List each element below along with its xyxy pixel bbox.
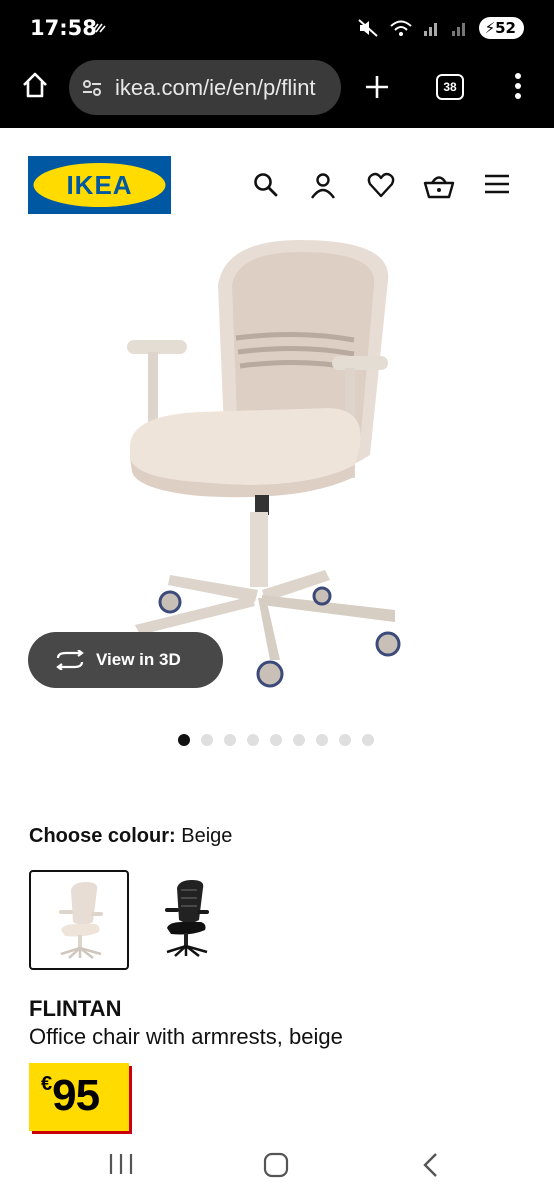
gallery-dot-6[interactable] <box>293 734 305 746</box>
signal-icon-2 <box>451 23 465 36</box>
recent-apps-icon[interactable] <box>108 1152 134 1176</box>
gallery-dot-8[interactable] <box>339 734 351 746</box>
black-chair-thumbnail <box>165 880 209 957</box>
rotate-3d-icon <box>56 650 84 670</box>
battery-indicator: ⚡52 <box>478 17 524 39</box>
heart-icon[interactable] <box>367 172 395 198</box>
signal-icon <box>423 23 437 36</box>
battery-bolt-icon: ⚡ <box>484 19 496 37</box>
mute-icon <box>357 19 378 37</box>
site-header: IKEA <box>0 128 554 238</box>
notification-icon <box>91 23 106 33</box>
view-in-3d-label: View in 3D <box>96 650 181 669</box>
status-bar: 17:58 ⚡52 <box>0 0 554 56</box>
view-in-3d-button[interactable]: View in 3D <box>28 632 223 688</box>
gallery-dot-4[interactable] <box>247 734 259 746</box>
ikea-logo-mark: IKEA <box>33 163 166 207</box>
colour-swatch-black[interactable] <box>137 870 237 970</box>
home-icon[interactable] <box>20 70 50 100</box>
status-time: 17:58 <box>30 16 97 40</box>
gallery-dot-9[interactable] <box>362 734 374 746</box>
account-icon[interactable] <box>310 172 336 200</box>
menu-icon[interactable] <box>484 172 510 196</box>
status-icons: ⚡52 <box>357 17 524 39</box>
site-settings-icon[interactable] <box>81 77 103 99</box>
price-currency: € <box>41 1073 53 1095</box>
colour-swatch-beige[interactable] <box>29 870 129 970</box>
gallery-dot-5[interactable] <box>270 734 282 746</box>
svg-text:IKEA: IKEA <box>66 170 132 200</box>
tab-count: 38 <box>443 80 457 94</box>
home-nav-icon[interactable] <box>263 1152 289 1178</box>
basket-icon[interactable] <box>423 172 455 200</box>
system-navigation-bar <box>0 1140 554 1200</box>
gallery-pagination <box>178 734 374 746</box>
gallery-dot-2[interactable] <box>201 734 213 746</box>
browser-toolbar: ikea.com/ie/en/p/flint 38 <box>0 56 554 128</box>
more-options-icon[interactable] <box>512 72 524 100</box>
url-text: ikea.com/ie/en/p/flint <box>115 74 316 100</box>
choose-colour-label: Choose colour: <box>29 825 176 847</box>
product-name: FLINTAN <box>29 996 122 1021</box>
back-icon[interactable] <box>420 1152 442 1178</box>
battery-level: 52 <box>495 19 516 37</box>
address-bar[interactable]: ikea.com/ie/en/p/flint <box>69 60 341 115</box>
gallery-dot-1[interactable] <box>178 734 190 746</box>
gallery-dot-3[interactable] <box>224 734 236 746</box>
price-tag: € 95 <box>29 1063 129 1131</box>
search-icon[interactable] <box>253 172 279 198</box>
wifi-icon <box>389 20 412 36</box>
gallery-dot-7[interactable] <box>316 734 328 746</box>
product-description: Office chair with armrests, beige <box>29 1024 343 1049</box>
colour-selector-heading: Choose colour: Beige <box>29 825 232 848</box>
selected-colour: Beige <box>181 825 233 847</box>
new-tab-icon[interactable] <box>364 74 390 100</box>
ikea-logo[interactable]: IKEA <box>28 156 171 214</box>
beige-chair-thumbnail <box>59 882 103 959</box>
tab-switcher-button[interactable]: 38 <box>436 74 464 100</box>
price-amount: 95 <box>52 1071 100 1120</box>
